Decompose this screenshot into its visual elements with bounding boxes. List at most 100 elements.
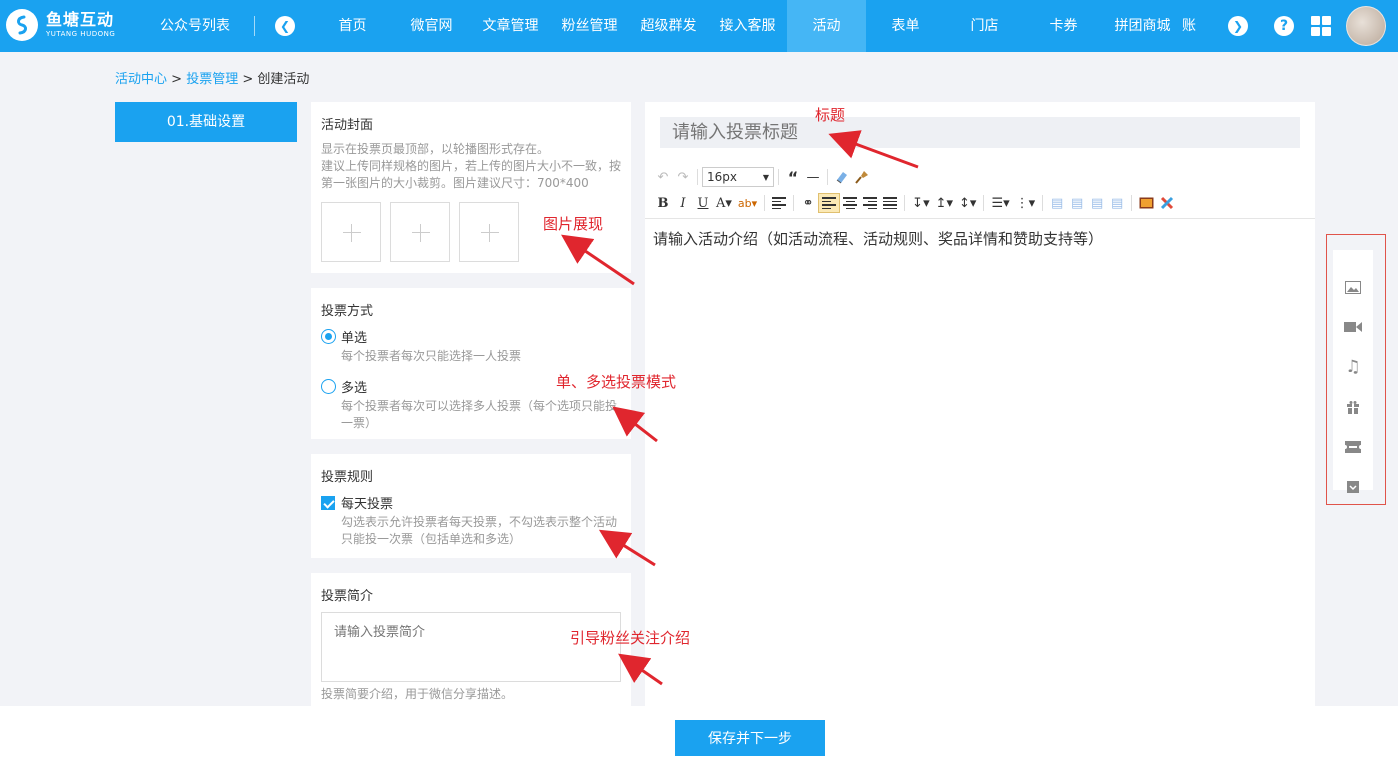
nav-item[interactable]: 接入客服 (708, 0, 787, 52)
box-icon[interactable] (1344, 478, 1362, 496)
breadcrumb: 活动中心 > 投票管理 > 创建活动 (115, 68, 309, 87)
nav-item[interactable]: 活动 (787, 0, 866, 52)
insert-media-panel: ♫ (1326, 234, 1386, 505)
blockquote-icon[interactable]: “ (783, 167, 803, 187)
nav-prev-icon[interactable]: ❮ (275, 16, 295, 36)
nav-item[interactable]: 表单 (866, 0, 945, 52)
editor-body-text[interactable]: 请输入活动介绍（如活动流程、活动规则、奖品详情和赞助支持等） (653, 228, 1103, 249)
vote-rule-card: 投票规则 每天投票 勾选表示允许投票者每天投票，不勾选表示整个活动只能投一次票（… (311, 454, 631, 558)
horizontal-rule-icon[interactable]: — (803, 167, 823, 187)
daily-vote-option[interactable]: 每天投票 (321, 493, 621, 512)
intro-title: 投票简介 (321, 589, 374, 604)
nav-next-icon[interactable]: ❯ (1228, 16, 1248, 36)
image-float-left-icon[interactable]: ▤ (1067, 193, 1087, 213)
option-label: 多选 (341, 381, 368, 396)
cover-hint-size: 建议上传同样规格的图片，若上传的图片大小不一致，按第一张图片的大小裁剪。图片建议… (321, 159, 622, 190)
vote-rule-title: 投票规则 (321, 470, 374, 485)
bold-icon[interactable]: B (653, 193, 673, 213)
nav-item[interactable]: 卡券 (1024, 0, 1103, 52)
align-justify-icon[interactable] (880, 193, 900, 213)
daily-vote-checkbox[interactable] (321, 495, 335, 510)
help-icon[interactable]: ? (1274, 16, 1294, 36)
daily-vote-hint: 勾选表示允许投票者每天投票，不勾选表示整个活动只能投一次票（包括单选和多选） (341, 515, 618, 546)
editor-toolbar-row-1: ↶ ↷ 16px ▼ “ — (653, 166, 872, 188)
cover-card: 活动封面 显示在投票页最顶部，以轮播图形式存在。 建议上传同样规格的图片，若上传… (311, 102, 631, 273)
vote-title-input[interactable] (660, 117, 1300, 148)
vote-mode-title: 投票方式 (321, 304, 374, 319)
align-center-icon[interactable] (840, 193, 860, 213)
annotation-vote-mode: 单、多选投票模式 (556, 373, 677, 391)
intro-hint: 投票简要介绍，用于微信分享描述。 (321, 687, 514, 701)
breadcrumb-activity-center[interactable]: 活动中心 (115, 72, 167, 87)
nav-item[interactable]: 文章管理 (471, 0, 550, 52)
account-list-link[interactable]: 公众号列表 (160, 0, 230, 52)
logo-text: 鱼塘互动 (46, 10, 115, 29)
option-hint: 每个投票者每次可以选择多人投票（每个选项只能投一票） (341, 399, 618, 430)
radio-single[interactable] (321, 329, 336, 344)
image-float-none-icon[interactable]: ▤ (1047, 193, 1067, 213)
image-upload-box[interactable] (390, 202, 450, 262)
font-size-select[interactable]: 16px ▼ (702, 167, 774, 187)
apps-grid-icon[interactable] (1311, 16, 1331, 36)
image-float-right-icon[interactable]: ▤ (1087, 193, 1107, 213)
footer: 保存并下一步 (0, 706, 1398, 758)
save-and-next-button[interactable]: 保存并下一步 (675, 720, 825, 756)
daily-vote-label: 每天投票 (341, 497, 394, 512)
align-left-icon[interactable] (818, 193, 841, 213)
image-icon[interactable] (1344, 278, 1362, 296)
nav-item[interactable]: 账 (1182, 0, 1207, 52)
logo-subtext: YUTANG HUDONG (46, 30, 116, 38)
nav-item[interactable]: 拼团商城 (1103, 0, 1182, 52)
annotation-title: 标题 (815, 106, 846, 124)
cover-hint: 显示在投票页最顶部，以轮播图形式存在。 (321, 142, 550, 156)
line-height-icon[interactable]: ↕▾ (956, 193, 979, 213)
row-spacing-icon[interactable]: ↥▾ (933, 193, 956, 213)
underline-icon[interactable]: U (693, 193, 713, 213)
breadcrumb-current: 创建活动 (257, 72, 310, 87)
indent-icon[interactable] (769, 193, 789, 213)
breadcrumb-separator: > (242, 72, 254, 87)
image-upload-box[interactable] (459, 202, 519, 262)
highlight-icon[interactable]: ab▾ (735, 193, 760, 213)
nav-item[interactable]: 门店 (945, 0, 1024, 52)
music-icon[interactable]: ♫ (1344, 357, 1362, 377)
image-upload-box[interactable] (321, 202, 381, 262)
logo[interactable]: 鱼塘互动 YUTANG HUDONG (6, 9, 115, 41)
vote-mode-card: 投票方式 单选 每个投票者每次只能选择一人投票 多选 每个投票者每次可以选择多人… (311, 288, 631, 439)
nav-item[interactable]: 首页 (313, 0, 392, 52)
editor-toolbar-row-2: B I U A▾ ab▾ ⚭ ↧▾ ↥▾ ↕▾ ☰▾ ⋮▾ ▤ ▤ ▤ ▤ (653, 192, 1177, 214)
option-hint: 每个投票者每次只能选择一人投票 (341, 349, 522, 363)
vote-mode-single-option[interactable]: 单选 (321, 327, 621, 346)
insert-app-icon[interactable] (1157, 193, 1177, 213)
coupon-icon[interactable] (1344, 438, 1362, 456)
step-tab-basic-settings[interactable]: 01.基础设置 (115, 102, 297, 142)
avatar[interactable] (1346, 6, 1386, 46)
link-icon[interactable]: ⚭ (798, 193, 818, 213)
rich-text-editor: ↶ ↷ 16px▼ “ — B I U A▾ ab▾ ⚭ ↧▾ ↥▾ ↕▾ ☰▾… (645, 102, 1315, 706)
cover-title: 活动封面 (321, 118, 374, 133)
top-navigation: 鱼塘互动 YUTANG HUDONG 公众号列表 ❮ 首页 微官网 文章管理 粉丝管理… (0, 0, 1398, 52)
format-painter-icon[interactable] (852, 167, 872, 187)
italic-icon[interactable]: I (673, 193, 693, 213)
logo-icon (6, 9, 38, 41)
align-right-icon[interactable] (860, 193, 880, 213)
nav-item[interactable]: 微官网 (392, 0, 471, 52)
nav-item[interactable]: 粉丝管理 (550, 0, 629, 52)
annotation-images: 图片展现 (543, 215, 604, 233)
nav-item[interactable]: 超级群发 (629, 0, 708, 52)
image-center-icon[interactable]: ▤ (1107, 193, 1127, 213)
radio-multi[interactable] (321, 379, 336, 394)
unordered-list-icon[interactable]: ⋮▾ (1013, 193, 1039, 213)
insert-image-icon[interactable] (1136, 193, 1157, 213)
nav-menu: 首页 微官网 文章管理 粉丝管理 超级群发 接入客服 活动 表单 门店 卡券 拼团商城账 (313, 0, 1207, 52)
video-icon[interactable] (1344, 318, 1362, 336)
eraser-icon[interactable] (832, 167, 852, 187)
undo-icon[interactable]: ↶ (653, 167, 673, 187)
ordered-list-icon[interactable]: ☰▾ (988, 193, 1012, 213)
breadcrumb-vote-management[interactable]: 投票管理 (186, 72, 238, 87)
paragraph-spacing-icon[interactable]: ↧▾ (909, 193, 932, 213)
font-color-icon[interactable]: A▾ (713, 193, 735, 213)
redo-icon[interactable]: ↷ (673, 167, 693, 187)
gift-icon[interactable] (1344, 398, 1362, 416)
annotation-intro: 引导粉丝关注介绍 (570, 629, 691, 647)
